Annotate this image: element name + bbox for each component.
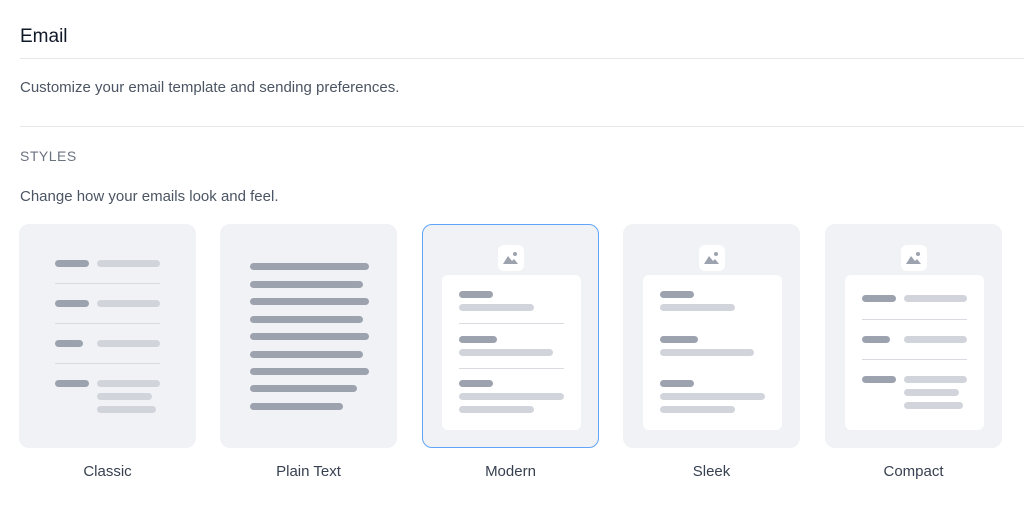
placeholder-line	[97, 260, 160, 267]
placeholder-line	[97, 406, 156, 413]
placeholder-line	[459, 304, 534, 311]
divider	[20, 58, 1024, 59]
placeholder-line	[97, 300, 160, 307]
email-preview	[845, 275, 984, 430]
image-icon	[901, 245, 927, 271]
placeholder-line	[250, 333, 369, 340]
style-option-plain-text[interactable]	[220, 224, 397, 448]
style-label-compact: Compact	[883, 463, 944, 480]
styles-section-label: STYLES	[20, 148, 77, 164]
style-option-compact[interactable]	[825, 224, 1002, 448]
placeholder-line	[660, 380, 694, 387]
row-divider	[862, 359, 967, 360]
row-divider	[862, 319, 967, 320]
placeholder-line	[660, 393, 765, 400]
style-option-sleek[interactable]	[623, 224, 800, 448]
placeholder-line	[459, 393, 564, 400]
style-label-sleek: Sleek	[692, 463, 731, 480]
placeholder-line	[55, 300, 89, 307]
placeholder-line	[250, 385, 357, 392]
divider	[20, 126, 1024, 127]
row-divider	[459, 368, 564, 369]
page-description: Customize your email template and sendin…	[20, 79, 400, 96]
placeholder-line	[660, 349, 754, 356]
placeholder-line	[250, 263, 369, 270]
placeholder-line	[904, 336, 967, 343]
placeholder-line	[459, 349, 553, 356]
row-divider	[55, 283, 160, 284]
placeholder-line	[250, 403, 343, 410]
style-label-modern: Modern	[485, 463, 536, 480]
style-option-classic[interactable]	[19, 224, 196, 448]
placeholder-line	[97, 340, 160, 347]
placeholder-line	[862, 376, 896, 383]
placeholder-line	[97, 393, 152, 400]
row-divider	[459, 323, 564, 324]
placeholder-line	[660, 291, 694, 298]
placeholder-line	[459, 406, 534, 413]
placeholder-line	[250, 351, 363, 358]
style-label-classic: Classic	[83, 463, 132, 480]
style-label-plain-text: Plain Text	[276, 463, 341, 480]
placeholder-line	[250, 368, 369, 375]
placeholder-line	[55, 260, 89, 267]
placeholder-line	[250, 281, 363, 288]
image-icon	[498, 245, 524, 271]
placeholder-line	[459, 336, 497, 343]
page-title: Email	[20, 26, 68, 47]
placeholder-line	[55, 340, 83, 347]
email-preview	[442, 275, 581, 430]
placeholder-line	[904, 376, 967, 383]
row-divider	[55, 363, 160, 364]
placeholder-line	[660, 336, 698, 343]
placeholder-line	[459, 291, 493, 298]
placeholder-line	[904, 295, 967, 302]
placeholder-line	[862, 295, 896, 302]
placeholder-line	[862, 336, 890, 343]
placeholder-line	[250, 316, 363, 323]
placeholder-line	[250, 298, 369, 305]
image-icon	[699, 245, 725, 271]
email-preview	[643, 275, 782, 430]
placeholder-line	[660, 406, 735, 413]
style-option-modern[interactable]	[422, 224, 599, 448]
row-divider	[55, 323, 160, 324]
placeholder-line	[97, 380, 160, 387]
placeholder-line	[904, 389, 959, 396]
placeholder-line	[459, 380, 493, 387]
placeholder-line	[55, 380, 89, 387]
placeholder-line	[904, 402, 963, 409]
styles-section-description: Change how your emails look and feel.	[20, 188, 279, 205]
placeholder-line	[660, 304, 735, 311]
